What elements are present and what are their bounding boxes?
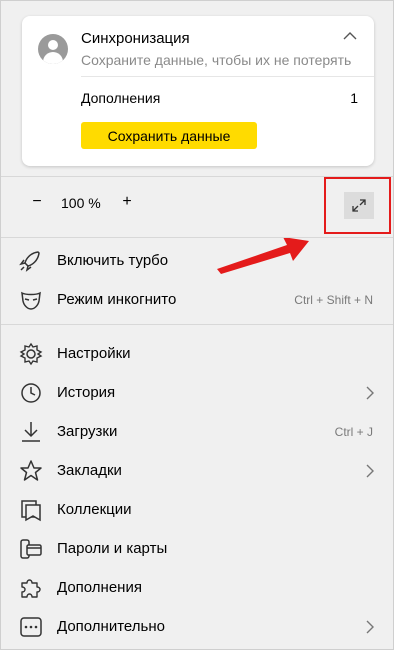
divider bbox=[1, 237, 393, 238]
zoom-value: 100 % bbox=[61, 195, 101, 211]
gear-icon bbox=[19, 342, 43, 366]
chevron-right-icon bbox=[366, 464, 374, 478]
menu-item-label: Закладки bbox=[57, 462, 122, 479]
sync-card: Синхронизация Сохраните данные, чтобы их… bbox=[22, 16, 374, 166]
clock-icon bbox=[21, 383, 41, 403]
menu-item-settings[interactable]: Настройки bbox=[1, 334, 393, 373]
card-divider bbox=[81, 76, 374, 77]
star-icon bbox=[20, 460, 42, 481]
menu-item-addons[interactable]: Дополнения bbox=[1, 568, 393, 607]
puzzle-icon bbox=[21, 579, 41, 598]
chevron-right-icon bbox=[366, 620, 374, 634]
addons-row-count: 1 bbox=[350, 90, 358, 106]
menu-item-history[interactable]: История bbox=[1, 373, 393, 412]
collections-icon bbox=[21, 500, 41, 522]
menu-item-label: Дополнительно bbox=[57, 618, 165, 635]
browser-menu-panel: Синхронизация Сохраните данные, чтобы их… bbox=[0, 0, 394, 650]
addons-row-label: Дополнения bbox=[81, 90, 161, 106]
menu-item-downloads[interactable]: Загрузки Ctrl + J bbox=[1, 412, 393, 451]
more-icon bbox=[20, 617, 42, 637]
save-data-button[interactable]: Сохранить данные bbox=[81, 122, 257, 149]
menu-item-turbo[interactable]: Включить турбо bbox=[1, 241, 393, 280]
avatar[interactable] bbox=[38, 34, 68, 64]
menu-item-label: Дополнения bbox=[57, 579, 142, 596]
zoom-in-button[interactable]: + bbox=[117, 193, 137, 211]
menu-item-passwords-cards[interactable]: Пароли и карты bbox=[1, 529, 393, 568]
menu-item-bookmarks[interactable]: Закладки bbox=[1, 451, 393, 490]
menu-item-label: Включить турбо bbox=[57, 252, 169, 269]
download-icon bbox=[22, 422, 40, 442]
menu-item-label: Пароли и карты bbox=[57, 540, 168, 557]
rocket-icon bbox=[19, 251, 40, 272]
menu-item-label: История bbox=[57, 384, 116, 401]
key-card-icon bbox=[20, 539, 42, 559]
menu-item-label: Коллекции bbox=[57, 501, 132, 518]
menu-item-more[interactable]: Дополнительно bbox=[1, 607, 393, 646]
highlight-annotation-box bbox=[324, 177, 391, 234]
menu-item-label: Режим инкогнито bbox=[57, 291, 177, 308]
shortcut-hint: Ctrl + J bbox=[334, 425, 373, 439]
divider bbox=[1, 324, 393, 325]
menu-item-incognito[interactable]: Режим инкогнито Ctrl + Shift + N bbox=[1, 280, 393, 319]
chevron-right-icon bbox=[366, 386, 374, 400]
menu-item-label: Настройки bbox=[57, 345, 131, 362]
menu-item-collections[interactable]: Коллекции bbox=[1, 490, 393, 529]
sync-subtitle: Сохраните данные, чтобы их не потерять bbox=[81, 52, 352, 68]
menu-item-label: Загрузки bbox=[57, 423, 118, 440]
zoom-out-button[interactable]: − bbox=[27, 193, 47, 211]
chevron-up-icon[interactable] bbox=[342, 30, 358, 42]
sync-title: Синхронизация bbox=[81, 30, 190, 47]
shortcut-hint: Ctrl + Shift + N bbox=[294, 293, 373, 307]
incognito-mask-icon bbox=[21, 291, 41, 310]
